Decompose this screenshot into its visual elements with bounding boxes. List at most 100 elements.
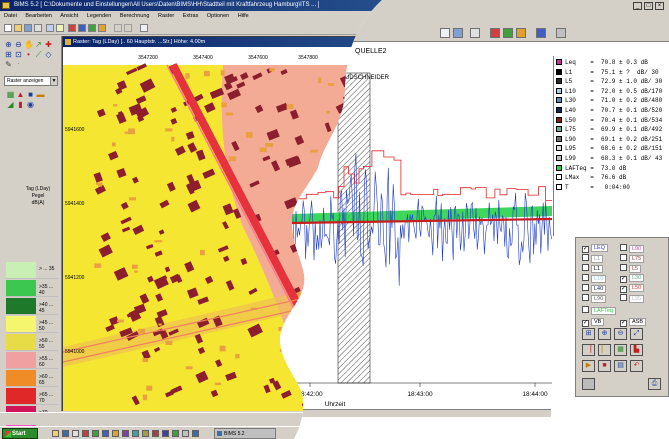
settings-chart-icon[interactable] bbox=[582, 378, 595, 390]
zoom-in-chart-icon[interactable]: ⊕ bbox=[598, 328, 611, 340]
mark-end-icon[interactable]: ▏ bbox=[598, 344, 611, 356]
polygon-tool-icon[interactable]: ◇ bbox=[44, 50, 53, 59]
print-report-icon[interactable]: ⎙ bbox=[648, 378, 661, 390]
series-checkbox-l90[interactable]: L90 bbox=[582, 294, 606, 303]
menu-berechnung[interactable]: Berechnung bbox=[120, 13, 150, 19]
chart-horizontal-scrollbar[interactable] bbox=[293, 409, 551, 417]
checkbox[interactable]: ✓ bbox=[582, 246, 589, 253]
taskbar-item-bims[interactable]: BIMS 5.2 bbox=[214, 428, 276, 439]
checkbox[interactable]: ✓ bbox=[620, 276, 627, 283]
layer-grid-icon[interactable]: ▦ bbox=[6, 90, 15, 99]
spectrum-view-icon[interactable]: ▙ bbox=[630, 344, 643, 356]
series-checkbox-l1[interactable]: L1 bbox=[582, 254, 603, 263]
menu-extras[interactable]: Extras bbox=[183, 13, 199, 19]
open-measurement-icon[interactable] bbox=[440, 28, 450, 38]
layer-wall-icon[interactable]: ▮ bbox=[16, 100, 25, 109]
checkbox[interactable]: ✓ bbox=[620, 286, 627, 293]
zoom-window-icon[interactable]: ⊞ bbox=[4, 50, 13, 59]
quicklaunch-app7-icon[interactable] bbox=[142, 430, 149, 437]
quicklaunch-app2-icon[interactable] bbox=[92, 430, 99, 437]
quicklaunch-app5-icon[interactable] bbox=[122, 430, 129, 437]
series-checkbox-lafteq[interactable]: LAFTeq bbox=[582, 306, 616, 315]
layer-receiver-icon[interactable]: ◉ bbox=[26, 100, 35, 109]
checkbox[interactable] bbox=[582, 274, 589, 281]
save-icon[interactable] bbox=[24, 24, 32, 32]
print-icon[interactable] bbox=[34, 24, 42, 32]
quicklaunch-app1-icon[interactable] bbox=[82, 430, 89, 437]
series-checkbox-l1[interactable]: L1 bbox=[582, 264, 603, 273]
close-button[interactable]: × bbox=[655, 2, 664, 10]
checkbox[interactable] bbox=[620, 244, 627, 251]
copy-icon[interactable] bbox=[46, 24, 54, 32]
checkbox[interactable] bbox=[620, 264, 627, 271]
spectrum-icon[interactable] bbox=[516, 28, 526, 38]
start-button[interactable]: Start bbox=[2, 428, 38, 439]
series-checkbox-l50[interactable]: ✓ L50 bbox=[620, 284, 644, 293]
print-chart-icon[interactable] bbox=[470, 28, 480, 38]
undo-chart-icon[interactable]: ↶ bbox=[630, 360, 643, 372]
menu-raster[interactable]: Raster bbox=[158, 13, 174, 19]
series-checkbox-l5[interactable]: L5 bbox=[620, 264, 641, 273]
calculate-icon[interactable] bbox=[68, 24, 76, 32]
legend-icon[interactable] bbox=[98, 24, 106, 32]
open-folder-icon[interactable] bbox=[14, 24, 22, 32]
series-checkbox-l40[interactable]: L40 bbox=[582, 284, 606, 293]
zoom-out-icon[interactable]: ⊖ bbox=[14, 40, 23, 49]
layer-source-icon[interactable]: ▲ bbox=[16, 90, 25, 99]
layer-icon[interactable] bbox=[88, 24, 96, 32]
zoom-chart-icon[interactable]: ⊞ bbox=[582, 328, 595, 340]
menu-hilfe[interactable]: Hilfe bbox=[238, 13, 249, 19]
checkbox[interactable] bbox=[582, 284, 589, 291]
quicklaunch-app11-icon[interactable] bbox=[182, 430, 189, 437]
quicklaunch-app4-icon[interactable] bbox=[112, 430, 119, 437]
series-checkbox-l90[interactable]: L90 bbox=[620, 244, 644, 253]
undo-icon[interactable] bbox=[114, 24, 122, 32]
series-checkbox-vb[interactable]: ✓ VB bbox=[582, 318, 604, 327]
edit-tool-label[interactable]: ◦ bbox=[14, 60, 23, 69]
export-icon[interactable] bbox=[536, 28, 546, 38]
menu-optionen[interactable]: Optionen bbox=[207, 13, 229, 19]
layer-road-icon[interactable]: ▬ bbox=[36, 90, 45, 99]
zoom-out-chart-icon[interactable]: ⊖ bbox=[614, 328, 627, 340]
checkbox[interactable] bbox=[582, 254, 589, 261]
chevron-down-icon[interactable]: ▼ bbox=[50, 77, 57, 85]
edit-pen-icon[interactable]: ✎ bbox=[4, 60, 13, 69]
checkbox[interactable] bbox=[582, 264, 589, 271]
series-checkbox-asb[interactable]: ✓ ASB bbox=[620, 318, 646, 327]
maximize-button[interactable]: □ bbox=[644, 2, 653, 10]
new-file-icon[interactable] bbox=[4, 24, 12, 32]
menu-ansicht[interactable]: Ansicht bbox=[60, 13, 78, 19]
report-icon[interactable]: ▤ bbox=[614, 360, 627, 372]
paste-icon[interactable] bbox=[56, 24, 64, 32]
measure-icon[interactable]: ↗ bbox=[34, 40, 43, 49]
series-checkbox-l10[interactable]: L10 bbox=[582, 274, 606, 283]
mark-start-icon[interactable]: ▕ bbox=[582, 344, 595, 356]
quicklaunch-ie-icon[interactable] bbox=[62, 430, 69, 437]
audio-stop-icon[interactable]: ■ bbox=[598, 360, 611, 372]
zoom-in-icon[interactable]: ⊕ bbox=[4, 40, 13, 49]
menu-bearbeiten[interactable]: Bearbeiten bbox=[25, 13, 52, 19]
grid-icon[interactable] bbox=[78, 24, 86, 32]
quicklaunch-app9-icon[interactable] bbox=[162, 430, 169, 437]
layer-terrain-icon[interactable]: ◢ bbox=[6, 100, 15, 109]
checkbox[interactable] bbox=[582, 294, 589, 301]
quicklaunch-app8-icon[interactable] bbox=[152, 430, 159, 437]
layer-select-dropdown[interactable]: Raster anzeigen ▼ bbox=[4, 76, 58, 86]
analyze-icon[interactable] bbox=[490, 28, 500, 38]
series-checkbox-leq[interactable]: ✓ LEQ bbox=[582, 244, 608, 253]
select-icon[interactable]: ✚ bbox=[44, 40, 53, 49]
series-checkbox-l75[interactable]: L75 bbox=[620, 254, 644, 263]
marker-icon[interactable] bbox=[503, 28, 513, 38]
point-icon[interactable]: • bbox=[24, 50, 33, 59]
quicklaunch-app3-icon[interactable] bbox=[102, 430, 109, 437]
trash-icon[interactable] bbox=[140, 24, 148, 32]
quicklaunch-app12-icon[interactable] bbox=[192, 430, 199, 437]
redo-icon[interactable] bbox=[124, 24, 132, 32]
quicklaunch-app10-icon[interactable] bbox=[172, 430, 179, 437]
pan-hand-icon[interactable]: ✋ bbox=[24, 40, 34, 49]
checkbox[interactable] bbox=[582, 306, 589, 313]
quicklaunch-folder-icon[interactable] bbox=[52, 430, 59, 437]
table-view-icon[interactable]: ▦ bbox=[614, 344, 627, 356]
checkbox[interactable] bbox=[620, 254, 627, 261]
zoom-all-icon[interactable]: ⊡ bbox=[14, 50, 23, 59]
